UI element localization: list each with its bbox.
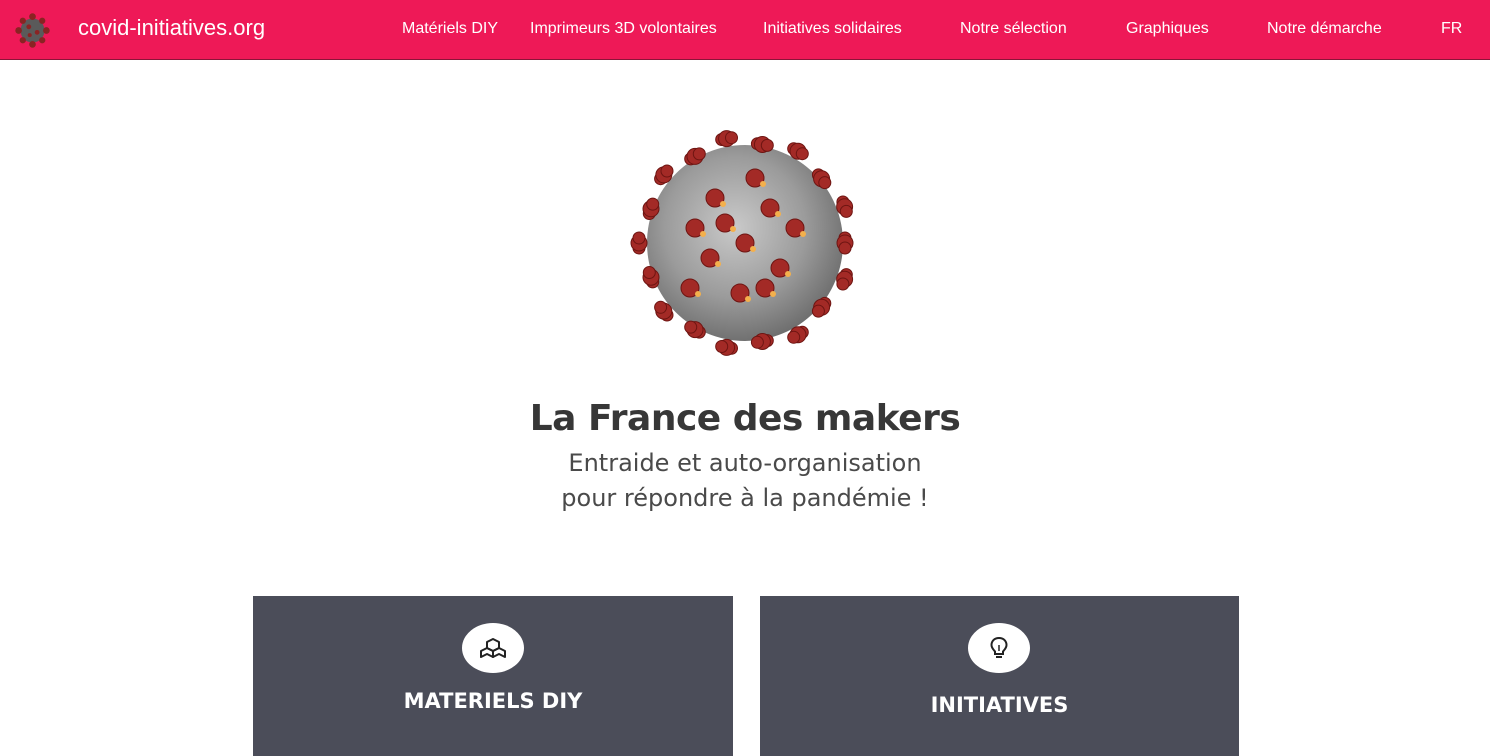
cubes-icon [462,623,524,673]
nav-materiels-diy[interactable]: Matériels DIY [402,19,498,39]
nav-graphiques[interactable]: Graphiques [1126,19,1209,39]
card-title-materiels: MATERIELS DIY [403,689,583,713]
coronavirus-illustration [630,130,854,356]
hero-title: La France des makers [529,398,961,439]
nav-notre-selection[interactable]: Notre sélection [960,19,1067,39]
card-title-initiatives: INITIATIVES [930,693,1069,717]
lightbulb-icon [968,623,1030,673]
card-initiatives[interactable]: INITIATIVES [760,596,1239,756]
language-switch[interactable]: FR [1441,19,1462,39]
hero-subtitle-line-1: Entraide et auto-organisation [568,449,922,477]
card-materiels-diy[interactable]: MATERIELS DIY [253,596,733,756]
brand-link[interactable]: covid-initiatives.org [78,15,265,41]
nav-imprimeurs-3d[interactable]: Imprimeurs 3D volontaires [530,19,717,39]
nav-notre-demarche[interactable]: Notre démarche [1267,19,1382,39]
hero-subtitle-line-2: pour répondre à la pandémie ! [561,484,929,512]
nav-initiatives-solidaires[interactable]: Initiatives solidaires [763,19,902,39]
top-navbar: covid-initiatives.org Matériels DIY Impr… [0,0,1490,60]
virus-logo-icon[interactable] [14,12,51,49]
